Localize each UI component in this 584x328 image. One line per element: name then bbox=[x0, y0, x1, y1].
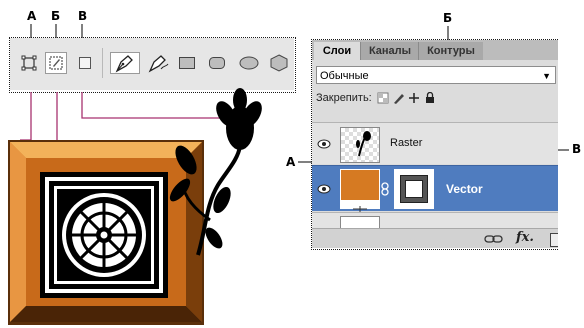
lock-all-icon[interactable] bbox=[425, 91, 434, 104]
layer-row-vector[interactable]: Vector bbox=[312, 165, 558, 212]
lock-label: Закрепить: bbox=[316, 92, 372, 104]
callout-line-a bbox=[20, 92, 32, 141]
ornament-vector-shape bbox=[40, 172, 168, 298]
lock-icons bbox=[377, 91, 434, 105]
fill-color-thumbnail[interactable] bbox=[340, 169, 380, 212]
raster-layer-thumbnail bbox=[340, 127, 380, 163]
layer-row-partial[interactable] bbox=[312, 212, 558, 231]
layer-name-vector: Vector bbox=[446, 182, 483, 196]
floral-thumbnail-icon bbox=[356, 131, 371, 157]
layer-name-raster: Raster bbox=[390, 137, 423, 149]
tab-channels[interactable]: Каналы bbox=[360, 42, 419, 60]
tab-paths[interactable]: Контуры bbox=[418, 42, 483, 60]
tab-layers[interactable]: Слои bbox=[314, 42, 360, 60]
lock-brush-icon[interactable] bbox=[393, 94, 404, 105]
artwork-canvas bbox=[8, 88, 262, 325]
panel-tab-bar: Слои Каналы Контуры bbox=[312, 40, 558, 60]
visibility-eye-icon[interactable] bbox=[316, 136, 332, 152]
tab-channels-label: Каналы bbox=[368, 45, 412, 57]
mask-link-icon[interactable] bbox=[380, 182, 390, 196]
fx-icon[interactable]: fx. bbox=[516, 230, 534, 245]
add-mask-icon[interactable] bbox=[550, 233, 558, 247]
link-layers-icon[interactable] bbox=[484, 234, 504, 244]
lock-move-icon[interactable] bbox=[408, 93, 419, 104]
layer-row-raster[interactable]: Raster bbox=[312, 122, 558, 164]
blend-mode-value: Обычные bbox=[320, 70, 369, 82]
panel-footer: fx. bbox=[312, 228, 558, 248]
vector-mask-hole bbox=[405, 180, 423, 198]
vector-mask-thumbnail[interactable] bbox=[394, 169, 434, 209]
visibility-eye-icon[interactable] bbox=[316, 181, 332, 197]
callout-line-v bbox=[81, 92, 222, 119]
vector-mask-shape bbox=[400, 175, 428, 203]
tab-paths-label: Контуры bbox=[427, 45, 475, 57]
lock-transparency-icon[interactable] bbox=[377, 92, 389, 104]
chevron-down-icon: ▼ bbox=[542, 71, 551, 81]
fill-thumbnail-strip bbox=[341, 200, 379, 212]
blend-mode-select[interactable]: Обычные ▼ bbox=[316, 66, 556, 84]
lock-row: Закрепить: bbox=[316, 91, 447, 105]
tab-layers-label: Слои bbox=[322, 45, 352, 57]
layers-panel: Слои Каналы Контуры Обычные ▼ Закрепить: bbox=[312, 40, 558, 248]
